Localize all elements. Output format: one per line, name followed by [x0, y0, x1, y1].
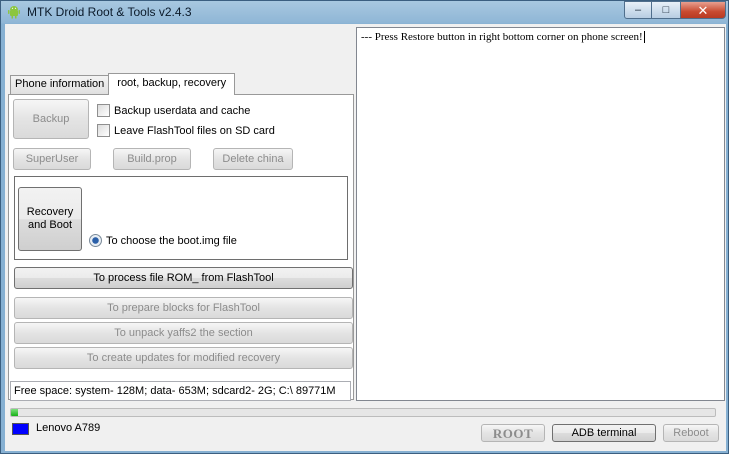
recovery-and-boot-button[interactable]: Recovery and Boot	[18, 187, 82, 251]
recovery-boot-group: Recovery and Boot To choose the boot.img…	[14, 176, 348, 260]
window-controls: – □ ✕	[624, 1, 726, 19]
log-text: --- Press Restore button in right bottom…	[361, 31, 643, 43]
leave-flashtool-row[interactable]: Leave FlashTool files on SD card	[97, 124, 275, 137]
process-rom-button[interactable]: To process file ROM_ from FlashTool	[14, 267, 353, 289]
delete-china-button[interactable]: Delete china	[213, 148, 293, 170]
tab-phone-information[interactable]: Phone information	[10, 75, 110, 94]
leave-flashtool-label: Leave FlashTool files on SD card	[114, 124, 275, 137]
minimize-button[interactable]: –	[624, 1, 652, 19]
backup-button[interactable]: Backup	[13, 99, 89, 139]
create-updates-button[interactable]: To create updates for modified recovery	[14, 347, 353, 369]
unpack-yaffs2-button[interactable]: To unpack yaffs2 the section	[14, 322, 353, 344]
reboot-button[interactable]: Reboot	[663, 424, 719, 442]
adb-terminal-button[interactable]: ADB terminal	[552, 424, 656, 442]
tab-panel-root-backup-recovery: Backup Backup userdata and cache Leave F…	[8, 94, 354, 400]
backup-userdata-row[interactable]: Backup userdata and cache	[97, 104, 250, 117]
backup-userdata-label: Backup userdata and cache	[114, 104, 251, 117]
tab-strip: Phone information root, backup, recovery	[10, 73, 236, 95]
buildprop-button[interactable]: Build.prop	[113, 148, 191, 170]
root-button[interactable]: ROOT	[481, 424, 545, 442]
app-window: MTK Droid Root & Tools v2.4.3 – □ ✕ Phon…	[0, 0, 729, 454]
android-icon	[8, 6, 20, 19]
prepare-blocks-button[interactable]: To prepare blocks for FlashTool	[14, 297, 353, 319]
superuser-button[interactable]: SuperUser	[13, 148, 91, 170]
maximize-button[interactable]: □	[652, 1, 680, 19]
text-caret	[643, 31, 645, 44]
choose-boot-row[interactable]: To choose the boot.img file	[89, 234, 237, 247]
device-color-indicator	[12, 423, 29, 435]
progress-bar	[10, 408, 716, 417]
tab-root-backup-recovery[interactable]: root, backup, recovery	[108, 73, 236, 95]
close-button[interactable]: ✕	[680, 1, 726, 19]
backup-userdata-checkbox[interactable]	[97, 104, 110, 117]
choose-boot-radio[interactable]	[89, 234, 102, 247]
leave-flashtool-checkbox[interactable]	[97, 124, 110, 137]
log-output[interactable]: --- Press Restore button in right bottom…	[356, 27, 725, 401]
device-name: Lenovo A789	[36, 422, 101, 434]
title-bar[interactable]: MTK Droid Root & Tools v2.4.3 – □ ✕	[1, 1, 728, 23]
progress-fill	[11, 409, 19, 416]
client-area: Phone information root, backup, recovery…	[5, 24, 726, 451]
free-space-field: Free space: system- 128M; data- 653M; sd…	[10, 381, 351, 401]
window-title: MTK Droid Root & Tools v2.4.3	[27, 5, 192, 19]
choose-boot-label: To choose the boot.img file	[106, 234, 237, 247]
